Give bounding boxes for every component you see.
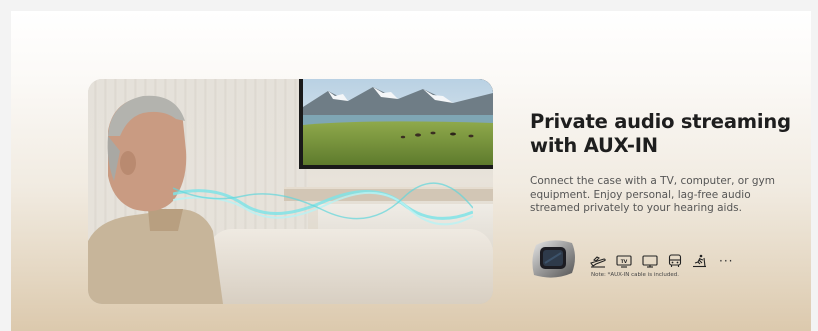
section-description: Connect the case with a TV, computer, or… [530,175,775,214]
svg-text:TV: TV [621,258,628,264]
lifestyle-image [88,79,493,304]
section-title: Private audio streaming with AUX-IN [530,110,791,157]
bus-icon [668,254,682,267]
wall-tv [299,79,493,169]
treadmill-icon [693,254,706,268]
charging-case-image [532,240,575,278]
tv-icon: TV [616,254,632,268]
cable-note: Note: *AUX-IN cable is included. [591,272,679,278]
tv-landscape-screen [303,79,493,165]
more-icon[interactable]: ··· [719,255,733,267]
audio-wave [173,182,473,226]
use-case-icons: TV ··· [590,251,733,271]
airplane-icon [590,256,606,268]
monitor-icon [642,254,658,268]
